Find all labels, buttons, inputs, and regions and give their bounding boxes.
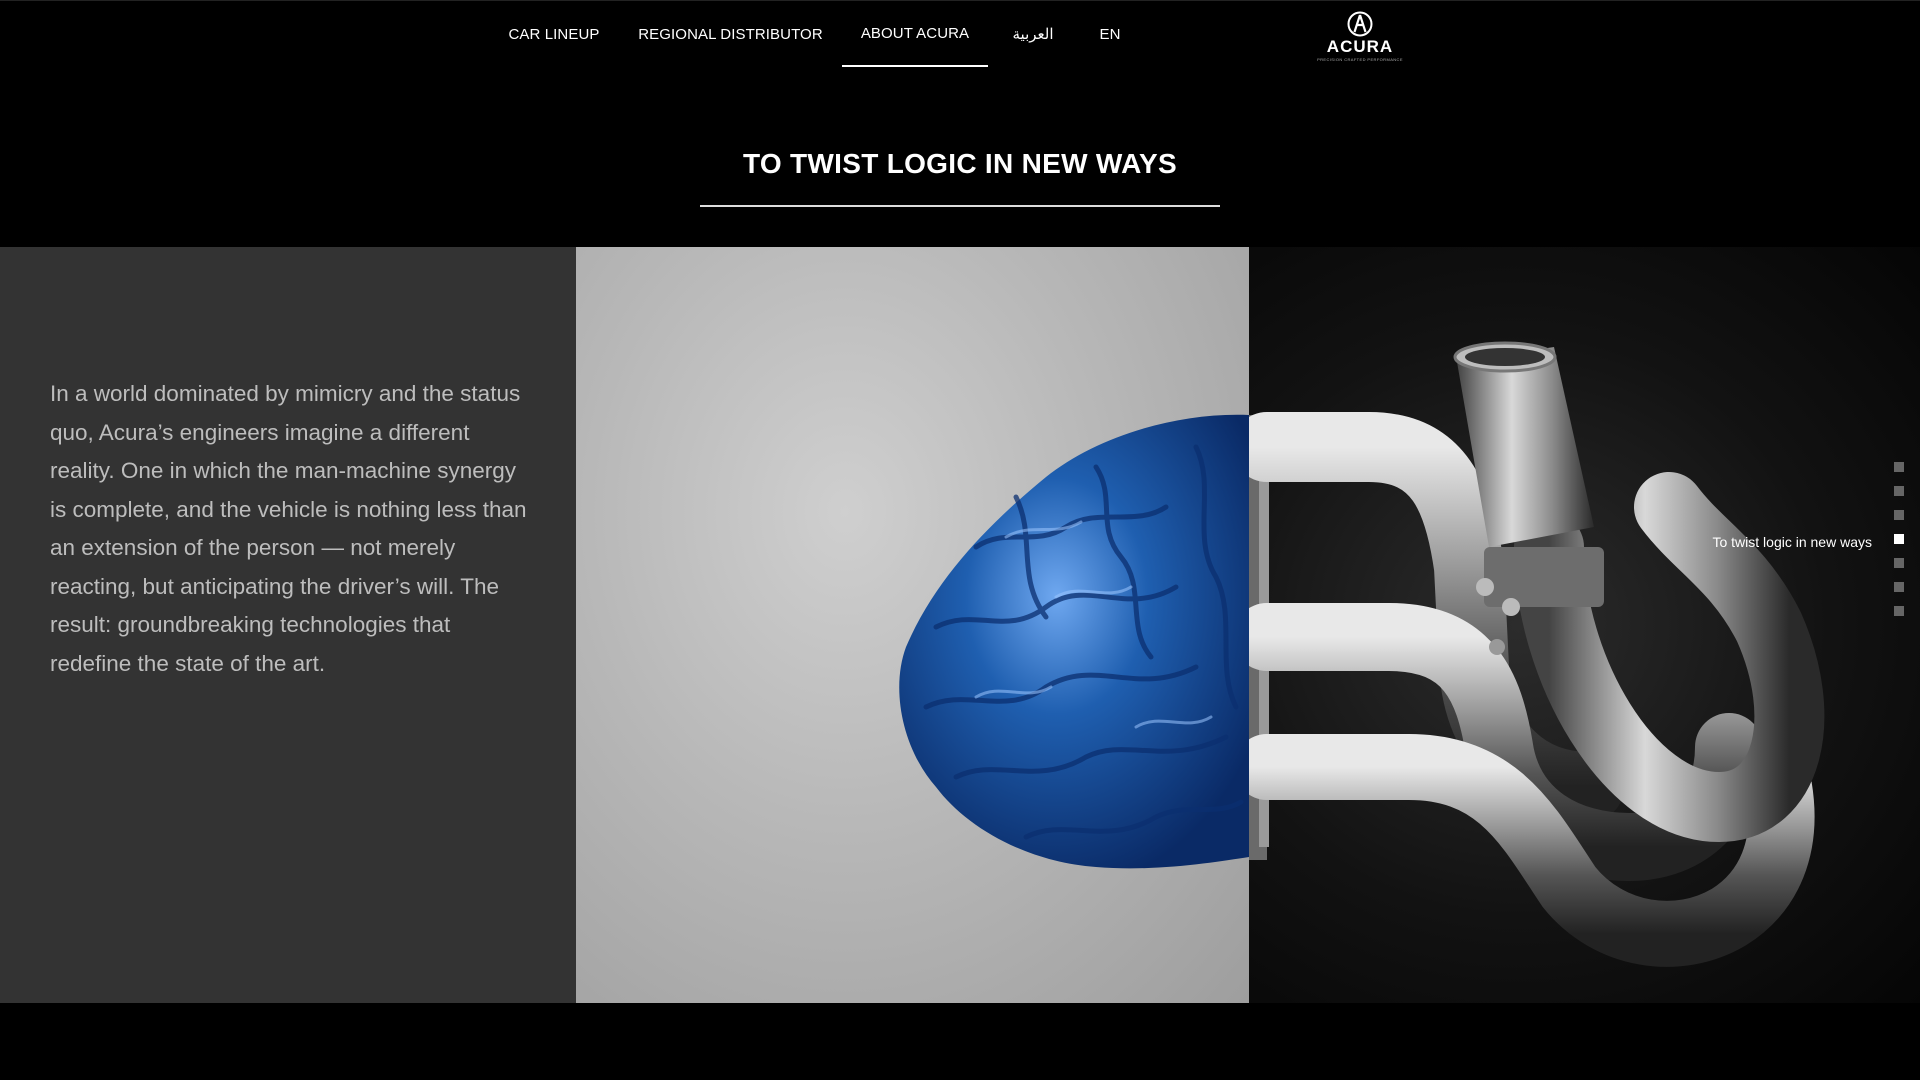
hero-image-brain bbox=[576, 247, 1249, 1003]
brand-name: ACURA bbox=[1326, 37, 1394, 56]
active-section-label: To twist logic in new ways bbox=[1712, 534, 1872, 550]
brain-icon bbox=[899, 414, 1249, 869]
top-navigation: CAR LINEUP REGIONAL DISTRIBUTOR ABOUT AC… bbox=[0, 0, 1920, 73]
section-dot-7[interactable] bbox=[1894, 606, 1904, 616]
content-band: In a world dominated by mimicry and the … bbox=[0, 247, 1920, 1003]
nav-car-lineup[interactable]: CAR LINEUP bbox=[492, 1, 616, 67]
hero-image-manifold bbox=[1249, 247, 1920, 1003]
nav-language-arabic[interactable]: العربية bbox=[1004, 1, 1062, 67]
acura-logo-icon bbox=[1347, 11, 1373, 37]
section-title: TO TWIST LOGIC IN NEW WAYS bbox=[742, 148, 1178, 179]
brand-tagline: PRECISION CRAFTED PERFORMANCE bbox=[1317, 57, 1403, 62]
page: CAR LINEUP REGIONAL DISTRIBUTOR ABOUT AC… bbox=[0, 0, 1920, 1080]
section-dot-1[interactable] bbox=[1894, 462, 1904, 472]
nav-regional-distributor[interactable]: REGIONAL DISTRIBUTOR bbox=[630, 1, 831, 67]
section-dot-3[interactable] bbox=[1894, 510, 1904, 520]
section-dot-5[interactable] bbox=[1894, 558, 1904, 568]
body-copy: In a world dominated by mimicry and the … bbox=[50, 381, 527, 676]
section-dot-2[interactable] bbox=[1894, 486, 1904, 496]
nav-language-en[interactable]: EN bbox=[1090, 1, 1130, 67]
title-divider bbox=[700, 205, 1220, 207]
acura-logo[interactable]: ACURA PRECISION CRAFTED PERFORMANCE bbox=[1317, 11, 1403, 63]
text-panel: In a world dominated by mimicry and the … bbox=[0, 247, 576, 1003]
section-dot-4-active[interactable] bbox=[1894, 534, 1904, 544]
exhaust-manifold-icon bbox=[1249, 341, 1825, 967]
bottom-bar bbox=[0, 1003, 1920, 1080]
section-dot-6[interactable] bbox=[1894, 582, 1904, 592]
nav-about-acura[interactable]: ABOUT ACURA bbox=[842, 1, 988, 67]
